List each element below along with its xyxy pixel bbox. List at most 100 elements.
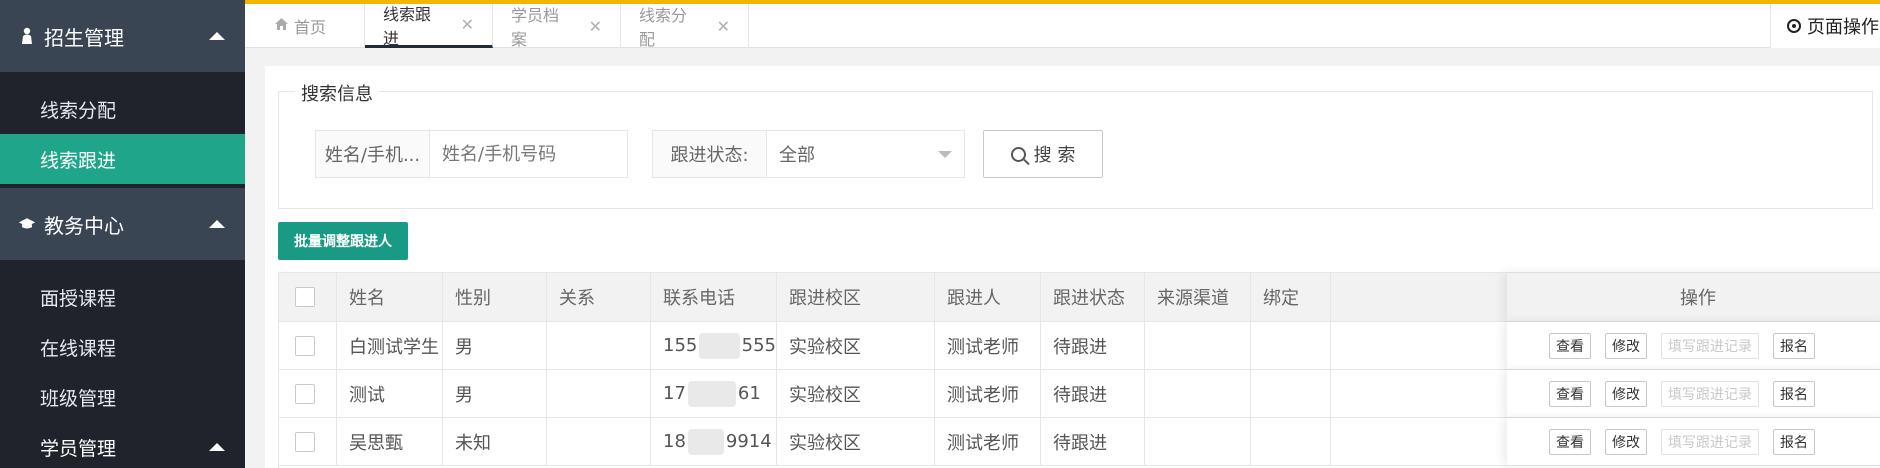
home-icon bbox=[275, 18, 288, 34]
tab-home[interactable]: 首页 bbox=[245, 4, 365, 48]
cell-phone: 155 555 bbox=[651, 322, 777, 369]
target-icon bbox=[1787, 19, 1801, 33]
table-row: 测试 男 17 61 实验校区 测试老师 待跟进 查看 修改 填写跟进记录 报名 bbox=[279, 370, 1880, 418]
record-button[interactable]: 填写跟进记录 bbox=[1661, 332, 1759, 359]
sidebar-item-class-manage[interactable]: 班级管理 bbox=[0, 372, 245, 422]
sidebar-item-offline-course[interactable]: 面授课程 bbox=[0, 272, 245, 322]
cell-name: 测试 bbox=[337, 370, 443, 417]
search-panel: 搜索信息 姓名/手机... 跟进状态: 全部 搜 索 bbox=[278, 80, 1873, 209]
redaction-blur bbox=[687, 380, 736, 407]
cell-relation bbox=[547, 418, 651, 465]
caret-down-icon bbox=[938, 151, 952, 158]
sidebar-item-online-course[interactable]: 在线课程 bbox=[0, 322, 245, 372]
sidebar-group-academic[interactable]: 教务中心 bbox=[0, 188, 245, 260]
col-bind: 绑定 bbox=[1251, 273, 1331, 321]
cell-gender: 男 bbox=[443, 370, 547, 417]
search-legend: 搜索信息 bbox=[295, 80, 379, 106]
view-button[interactable]: 查看 bbox=[1549, 332, 1591, 359]
cell-follower: 测试老师 bbox=[935, 418, 1041, 465]
record-button[interactable]: 填写跟进记录 bbox=[1661, 428, 1759, 455]
cell-campus: 实验校区 bbox=[777, 418, 935, 465]
status-select[interactable]: 全部 bbox=[767, 131, 964, 177]
enroll-button[interactable]: 报名 bbox=[1773, 428, 1815, 455]
record-button[interactable]: 填写跟进记录 bbox=[1661, 380, 1759, 407]
cell-name: 吴思甄 bbox=[337, 418, 443, 465]
batch-adjust-button[interactable]: 批量调整跟进人 bbox=[278, 222, 408, 260]
tab-clue-assign[interactable]: 线索分配 ✕ bbox=[621, 4, 749, 49]
cell-source bbox=[1145, 418, 1251, 465]
sidebar-group-label: 招生管理 bbox=[44, 25, 124, 50]
name-search-field: 姓名/手机... bbox=[315, 130, 628, 178]
sidebar-item-clue-followup[interactable]: 线索跟进 bbox=[0, 134, 245, 184]
row-checkbox[interactable] bbox=[295, 383, 315, 404]
enroll-button[interactable]: 报名 bbox=[1773, 332, 1815, 359]
name-search-input[interactable] bbox=[442, 143, 627, 165]
table-row: 白测试学生 男 155 555 实验校区 测试老师 待跟进 查看 修改 填写跟进记… bbox=[279, 322, 1880, 370]
sidebar-group-enrollment[interactable]: 招生管理 bbox=[0, 0, 245, 72]
cell-bind bbox=[1251, 322, 1331, 369]
search-icon bbox=[1010, 146, 1026, 162]
search-button[interactable]: 搜 索 bbox=[983, 130, 1103, 178]
edit-button[interactable]: 修改 bbox=[1605, 428, 1647, 455]
table-header: 姓名 性别 关系 联系电话 跟进校区 跟进人 跟进状态 来源渠道 绑定 操作 bbox=[279, 272, 1880, 322]
cell-campus: 实验校区 bbox=[777, 370, 935, 417]
close-icon[interactable]: ✕ bbox=[589, 17, 602, 36]
cell-campus: 实验校区 bbox=[777, 322, 935, 369]
cell-bind bbox=[1251, 418, 1331, 465]
cell-gender: 男 bbox=[443, 322, 547, 369]
view-button[interactable]: 查看 bbox=[1549, 380, 1591, 407]
table-row: 吴思甄 未知 18 9914 实验校区 测试老师 待跟进 查看 修改 填写跟进记录… bbox=[279, 418, 1880, 466]
redaction-blur bbox=[699, 332, 740, 359]
cell-source bbox=[1145, 370, 1251, 417]
cell-source bbox=[1145, 322, 1251, 369]
col-name: 姓名 bbox=[337, 273, 443, 321]
edit-button[interactable]: 修改 bbox=[1605, 380, 1647, 407]
tab-bar: 首页 线索跟进 ✕ 学员档案 ✕ 线索分配 ✕ bbox=[245, 4, 1880, 49]
caret-up-icon bbox=[209, 220, 225, 228]
cell-relation bbox=[547, 370, 651, 417]
close-icon[interactable]: ✕ bbox=[717, 17, 730, 36]
content-card: 搜索信息 姓名/手机... 跟进状态: 全部 搜 索 批量调整跟进人 姓名 性别… bbox=[265, 66, 1880, 468]
caret-up-icon bbox=[209, 32, 225, 40]
view-button[interactable]: 查看 bbox=[1549, 428, 1591, 455]
edit-button[interactable]: 修改 bbox=[1605, 332, 1647, 359]
caret-up-icon bbox=[209, 443, 225, 451]
cell-phone: 17 61 bbox=[651, 370, 777, 417]
col-follower: 跟进人 bbox=[935, 273, 1041, 321]
cell-status: 待跟进 bbox=[1041, 370, 1145, 417]
name-field-label: 姓名/手机... bbox=[316, 131, 430, 177]
cell-gender: 未知 bbox=[443, 418, 547, 465]
col-gender: 性别 bbox=[443, 273, 547, 321]
row-checkbox[interactable] bbox=[295, 335, 315, 356]
clue-table: 姓名 性别 关系 联系电话 跟进校区 跟进人 跟进状态 来源渠道 绑定 操作 白… bbox=[278, 272, 1880, 468]
page-ops-button[interactable]: 页面操作 bbox=[1770, 4, 1880, 48]
col-source: 来源渠道 bbox=[1145, 273, 1251, 321]
col-phone: 联系电话 bbox=[651, 273, 777, 321]
graduation-cap-icon bbox=[18, 214, 36, 234]
close-icon[interactable]: ✕ bbox=[461, 15, 474, 34]
col-status: 跟进状态 bbox=[1041, 273, 1145, 321]
sidebar-group-label: 教务中心 bbox=[44, 213, 124, 238]
cell-name: 白测试学生 bbox=[337, 322, 443, 369]
redaction-blur bbox=[687, 428, 724, 455]
enroll-button[interactable]: 报名 bbox=[1773, 380, 1815, 407]
cell-follower: 测试老师 bbox=[935, 322, 1041, 369]
cell-status: 待跟进 bbox=[1041, 418, 1145, 465]
person-icon bbox=[18, 26, 36, 46]
cell-status: 待跟进 bbox=[1041, 322, 1145, 369]
sidebar-item-student-manage[interactable]: 学员管理 bbox=[0, 422, 245, 468]
cell-follower: 测试老师 bbox=[935, 370, 1041, 417]
col-relation: 关系 bbox=[547, 273, 651, 321]
sidebar-item-clue-assign[interactable]: 线索分配 bbox=[0, 84, 245, 134]
tab-student-archive[interactable]: 学员档案 ✕ bbox=[493, 4, 621, 49]
sidebar: 招生管理 线索分配 线索跟进 教务中心 面授课程 在线课程 班级管理 学员管理 bbox=[0, 0, 245, 468]
cell-phone: 18 9914 bbox=[651, 418, 777, 465]
row-checkbox[interactable] bbox=[295, 431, 315, 452]
col-ops: 操作 bbox=[1680, 288, 1716, 309]
cell-relation bbox=[547, 322, 651, 369]
col-campus: 跟进校区 bbox=[777, 273, 935, 321]
status-field-label: 跟进状态: bbox=[653, 131, 767, 177]
select-all-checkbox[interactable] bbox=[295, 287, 315, 307]
tab-clue-followup[interactable]: 线索跟进 ✕ bbox=[365, 4, 493, 48]
cell-bind bbox=[1251, 370, 1331, 417]
